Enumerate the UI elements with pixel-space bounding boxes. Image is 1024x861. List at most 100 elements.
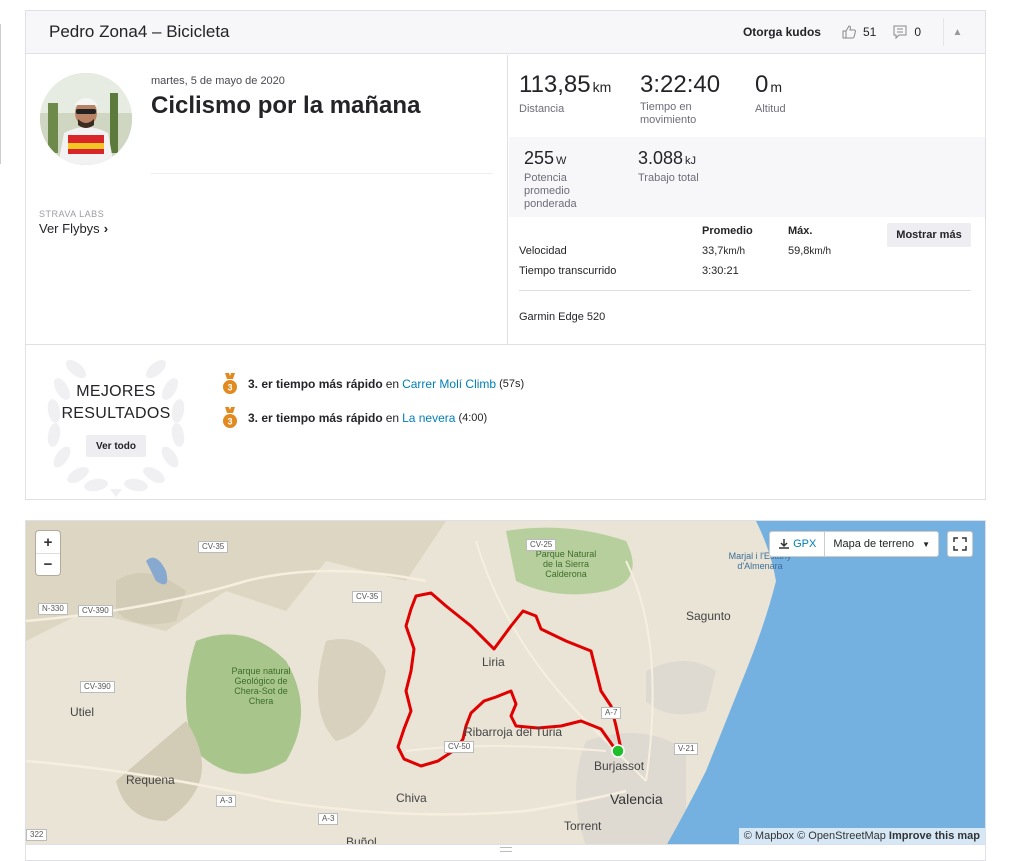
map-label-city: Valencia: [610, 791, 663, 807]
map-label-park: Parque natural Geológico de Chera-Sot de…: [231, 666, 291, 706]
map-label-city: Ribarroja del Turia: [464, 725, 563, 739]
distance-unit: km: [592, 79, 612, 95]
page-left-rule: [0, 24, 1, 164]
primary-stats: 113,85 km Distancia 3:22:40 Tiempo en mov…: [509, 55, 985, 137]
road-badge: CV-50: [444, 741, 475, 753]
total-work-value: 3.088: [638, 148, 684, 168]
map-label-city: Torrent: [564, 819, 602, 833]
map-controls: GPX Mapa de terreno ▼: [769, 531, 973, 557]
moving-time-value: 3:22:40: [640, 71, 721, 98]
moving-time-stat: 3:22:40 Tiempo en movimiento: [640, 71, 740, 127]
drag-handle-icon[interactable]: [500, 847, 512, 852]
map-label-city: Liria: [482, 655, 505, 669]
achievement-conn: en: [385, 377, 400, 391]
avatar-image: [40, 73, 132, 165]
map-label-city: Requena: [126, 773, 175, 787]
achievement-item: 3 3. er tiempo más rápido en La nevera (…: [222, 407, 487, 429]
best-results-title-line2: RESULTADOS: [61, 405, 171, 422]
weighted-power-label: Potencia promedio ponderada: [524, 172, 577, 210]
view-all-button[interactable]: Ver todo: [86, 435, 146, 457]
thumbs-up-icon: [842, 25, 856, 39]
speed-avg-unit: km/h: [723, 246, 746, 257]
download-gpx-button[interactable]: GPX: [769, 531, 826, 557]
speed-max-unit: km/h: [809, 246, 832, 257]
map-canvas: [26, 521, 985, 844]
elapsed-time-label: Tiempo transcurrido: [519, 265, 617, 277]
secondary-stats: 255 W Potencia promedio ponderada 3.088 kJ…: [509, 137, 985, 217]
weighted-power-stat: 255 W Potencia promedio ponderada: [524, 147, 604, 211]
map-label-city: Utiel: [70, 705, 95, 719]
elevation-value: 0: [755, 71, 769, 98]
road-badge: CV-390: [80, 681, 115, 693]
segment-time: (57s): [499, 378, 525, 390]
map-label-park: Parque Natural de la Sierra Calderona: [535, 549, 597, 579]
fullscreen-button[interactable]: [947, 531, 973, 557]
improve-map-link[interactable]: Improve this map: [889, 830, 980, 842]
speed-label: Velocidad: [519, 245, 567, 257]
moving-time-label: Tiempo en movimiento: [640, 101, 697, 126]
activity-header: Pedro Zona4 – Bicicleta Otorga kudos 51 …: [26, 11, 985, 54]
activity-summary-card: Pedro Zona4 – Bicicleta Otorga kudos 51 …: [25, 10, 986, 500]
weighted-power-value: 255: [524, 148, 555, 168]
speed-avg-value: 33,7: [702, 245, 724, 257]
give-kudos-button[interactable]: Otorga kudos: [743, 25, 821, 39]
map-label-city: Burjassot: [594, 759, 645, 773]
download-icon: [779, 539, 790, 549]
road-badge: CV-35: [198, 541, 229, 553]
segment-time: (4:00): [458, 412, 488, 424]
map-type-label: Mapa de terreno: [833, 538, 915, 550]
zoom-in-button[interactable]: +: [36, 531, 60, 553]
achievement-rank: 3. er tiempo más rápido: [248, 377, 383, 391]
road-badge: A-3: [216, 795, 237, 807]
road-badge: CV-35: [352, 591, 383, 603]
distance-value: 113,85: [519, 71, 591, 98]
caret-up-icon: ▲: [952, 26, 963, 38]
caret-down-icon: ▼: [922, 539, 930, 549]
map-zoom-controls: + −: [36, 531, 60, 575]
map-type-select[interactable]: Mapa de terreno ▼: [825, 531, 939, 557]
activity-stats-pane: 113,85 km Distancia 3:22:40 Tiempo en mov…: [509, 55, 985, 344]
road-badge: A-3: [318, 813, 339, 825]
bronze-medal-icon: 3: [223, 373, 237, 394]
activity-header-title: Pedro Zona4 – Bicicleta: [49, 22, 230, 41]
athlete-avatar[interactable]: [40, 73, 132, 165]
route-map[interactable]: Parque Natural de la Sierra Calderona Pa…: [25, 520, 986, 845]
zoom-out-button[interactable]: −: [36, 553, 60, 575]
activity-date: martes, 5 de mayo de 2020: [151, 75, 285, 87]
chevron-right-icon: ›: [103, 221, 109, 236]
speed-max-value: 59,8: [788, 245, 810, 257]
gpx-label: GPX: [793, 538, 817, 550]
show-more-button[interactable]: Mostrar más: [887, 223, 971, 247]
col-header-avg: Promedio: [702, 225, 753, 237]
view-flybys-link[interactable]: Ver Flybys ›: [39, 221, 108, 236]
best-results-section: MEJORES RESULTADOS Ver todo 3 3. er tiem…: [26, 344, 985, 499]
elapsed-time-value: 3:30:21: [702, 265, 739, 277]
comments-count-button[interactable]: 0: [892, 24, 921, 40]
kudos-count-button[interactable]: 51: [841, 24, 876, 40]
kudos-count: 51: [862, 25, 877, 39]
map-resize-bar[interactable]: [25, 845, 986, 861]
distance-stat: 113,85 km Distancia: [519, 71, 611, 116]
collapse-button[interactable]: ▲: [943, 18, 971, 46]
best-results-title: MEJORES RESULTADOS: [46, 381, 186, 425]
segment-link[interactable]: Carrer Molí Climb: [402, 377, 496, 391]
elevation-stat: 0m Altitud: [755, 71, 786, 116]
view-flybys-label: Ver Flybys: [39, 221, 100, 236]
expand-icon: [953, 537, 967, 551]
summary-section: martes, 5 de mayo de 2020 Ciclismo por l…: [26, 55, 985, 344]
achievement-conn: en: [385, 411, 400, 425]
map-label-city: Chiva: [396, 791, 427, 805]
map-attribution: © Mapbox © OpenStreetMap Improve this map: [738, 828, 985, 844]
achievement-rank: 3. er tiempo más rápido: [248, 411, 383, 425]
comment-icon: [893, 25, 907, 40]
col-header-max: Máx.: [788, 225, 813, 237]
road-badge: A-7: [601, 707, 622, 719]
speed-avg: 33,7km/h: [702, 245, 745, 257]
activity-name: Ciclismo por la mañana: [151, 92, 421, 119]
speed-max: 59,8km/h: [788, 245, 831, 257]
segment-link[interactable]: La nevera: [402, 411, 455, 425]
device-name: Garmin Edge 520: [519, 311, 606, 323]
svg-text:3: 3: [227, 383, 232, 393]
total-work-stat: 3.088 kJ Trabajo total: [638, 147, 699, 185]
strava-labs-label: STRAVA LABS: [39, 209, 105, 219]
